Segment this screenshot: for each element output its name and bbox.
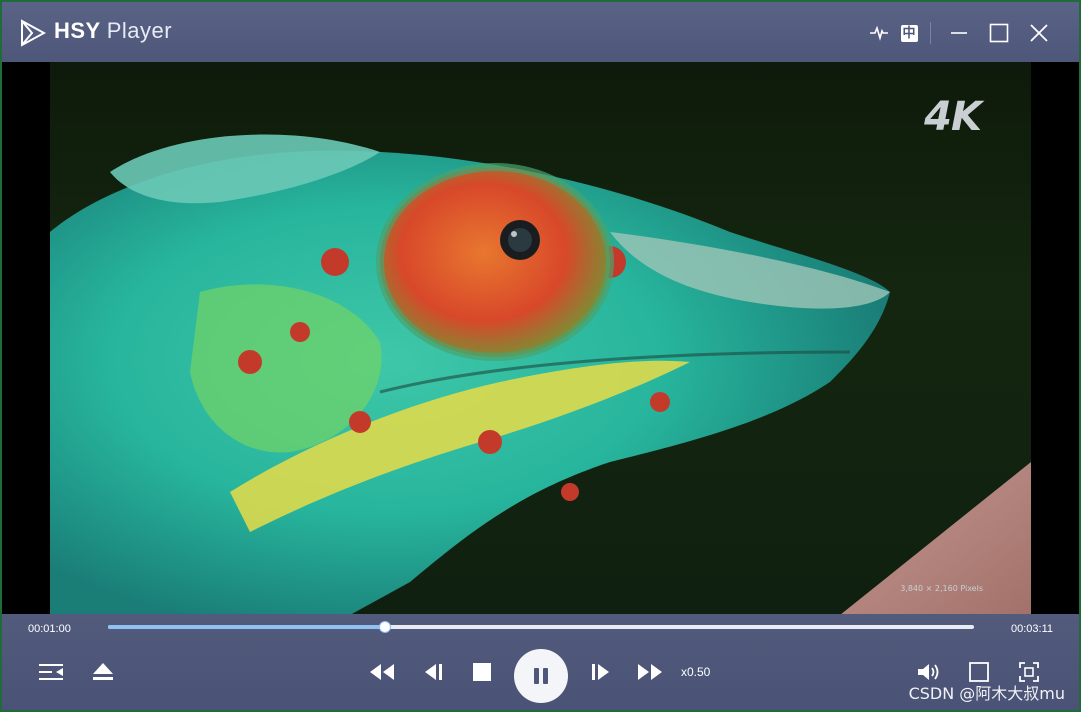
stop-button[interactable] [470, 660, 494, 684]
playlist-button[interactable] [36, 660, 66, 684]
video-frame[interactable]: 4K 3,840 × 2,160 Pixels [50, 62, 1031, 615]
progress-bar[interactable] [108, 621, 974, 633]
total-time: 00:03:11 [1010, 623, 1053, 635]
player-window: HSY Player 中 4K 3,840 × 2,160 Pixels 00:… [2, 2, 1079, 710]
rewind-button[interactable] [368, 660, 396, 684]
stop-icon [473, 663, 491, 681]
logo-icon [21, 19, 46, 47]
minimize-icon [951, 32, 967, 34]
maximize-button[interactable] [982, 16, 1016, 50]
language-label: 中 [902, 25, 916, 41]
next-frame-button[interactable] [588, 660, 614, 684]
fast-forward-button[interactable] [636, 660, 664, 684]
pause-button[interactable] [514, 649, 568, 703]
current-time: 00:01:00 [28, 623, 71, 635]
eject-button[interactable] [90, 660, 116, 684]
playlist-icon [39, 664, 63, 680]
app-title-rest: Player [106, 18, 173, 43]
previous-frame-button[interactable] [420, 660, 446, 684]
maximize-icon [989, 23, 1009, 43]
close-icon [1030, 24, 1048, 42]
title-bar[interactable]: HSY Player 中 [2, 2, 1079, 62]
watermark: CSDN @阿木大叔mu [908, 684, 1065, 703]
titlebar-divider [930, 22, 931, 44]
playback-speed[interactable]: x0.50 [681, 665, 710, 679]
waveform-icon [870, 25, 888, 41]
eject-icon [93, 663, 113, 680]
chameleon-image [50, 134, 1031, 615]
4k-badge: 4K [924, 94, 982, 140]
resolution-note: 3,840 × 2,160 Pixels [900, 584, 983, 593]
fast-forward-icon [638, 664, 662, 680]
language-button[interactable]: 中 [892, 16, 926, 50]
app-title-brand: HSY [54, 18, 101, 43]
app-title: HSY Player [54, 18, 172, 44]
rewind-icon [370, 664, 394, 680]
language-icon: 中 [900, 24, 918, 42]
previous-frame-icon [425, 664, 442, 680]
minimize-button[interactable] [942, 16, 976, 50]
progress-handle[interactable] [379, 621, 392, 633]
close-button[interactable] [1022, 16, 1056, 50]
waveform-button[interactable] [862, 16, 896, 50]
progress-fill [108, 625, 386, 629]
pause-icon [534, 668, 548, 684]
next-frame-icon [592, 664, 609, 680]
